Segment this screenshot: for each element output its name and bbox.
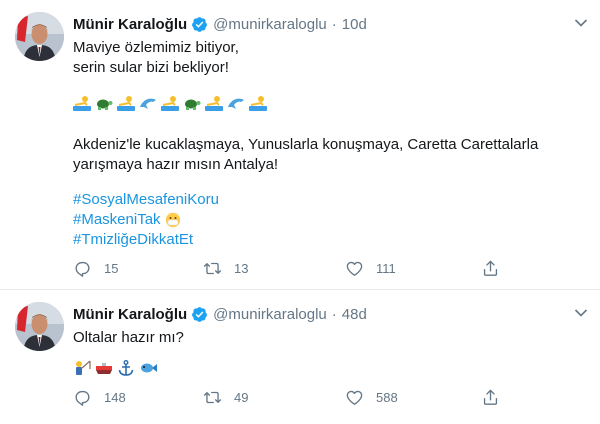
verified-badge-icon (191, 306, 208, 323)
tweet-timestamp[interactable]: 48d (342, 306, 367, 323)
retweet-count: 49 (234, 389, 249, 405)
chevron-down-icon[interactable] (574, 308, 588, 318)
avatar[interactable] (15, 302, 64, 351)
tweet-text: Oltalar hazır mı? (73, 328, 184, 348)
author-name[interactable]: Münir Karaloğlu (73, 306, 187, 323)
emoji-row (73, 358, 157, 378)
like-button[interactable]: 588 (345, 386, 398, 408)
like-count: 111 (376, 260, 396, 276)
swimmer-emoji (205, 96, 223, 111)
tweet[interactable]: Münir Karaloğlu @munirkaraloglu · 10d Ma… (0, 0, 600, 290)
share-button[interactable] (481, 257, 500, 279)
dot-separator: · (331, 15, 337, 33)
share-icon (483, 389, 498, 405)
tweet-timestamp[interactable]: 10d (342, 16, 367, 33)
retweet-count: 13 (234, 260, 249, 276)
fish-emoji (141, 363, 157, 373)
reply-button[interactable]: 148 (73, 386, 126, 408)
swimmer-emoji (161, 96, 179, 111)
tweet-header: Münir Karaloğlu @munirkaraloglu · 48d (73, 303, 367, 325)
tweet[interactable]: Münir Karaloğlu @munirkaraloglu · 48d Ol… (0, 290, 600, 424)
fisherman-emoji (76, 360, 91, 375)
tweet-actions: 148 49 588 (73, 386, 503, 408)
tweet-line: serin sular bizi bekliyor! (73, 59, 229, 76)
tweet-line: Oltalar hazır mı? (73, 329, 184, 346)
hashtag-link[interactable]: #TmizliğeDikkatEt (73, 231, 193, 248)
hashtag-link[interactable]: #SosyalMesafeniKoru (73, 191, 219, 208)
swimmer-emoji (249, 96, 267, 111)
reply-icon (75, 261, 90, 277)
tweet-line: yarışmaya hazır mısın Antalya! (73, 156, 279, 173)
emoji-row (73, 93, 267, 113)
reply-button[interactable]: 15 (73, 257, 118, 279)
reply-count: 148 (104, 389, 126, 405)
share-icon (483, 260, 498, 276)
dolphin-emoji (140, 98, 156, 109)
tweet-line: Akdeniz'le kucaklaşmaya, Yunuslarla konu… (73, 136, 539, 153)
share-button[interactable] (481, 386, 500, 408)
tweet-line: Maviye özlemimiz bitiyor, (73, 39, 239, 56)
swimmer-emoji (73, 96, 91, 111)
tweet-header: Münir Karaloğlu @munirkaraloglu · 10d (73, 13, 367, 35)
chevron-down-icon[interactable] (574, 18, 588, 28)
reply-count: 15 (104, 260, 119, 276)
author-handle[interactable]: @munirkaraloglu (213, 16, 327, 33)
tweet-paragraph: Akdeniz'le kucaklaşmaya, Yunuslarla konu… (73, 135, 538, 175)
retweet-button[interactable]: 49 (203, 386, 248, 408)
dolphin-emoji (228, 98, 244, 109)
retweet-icon (203, 262, 222, 274)
verified-badge-icon (191, 16, 208, 33)
turtle-emoji (185, 99, 201, 110)
like-icon (346, 390, 363, 405)
anchor-emoji (118, 360, 134, 376)
like-button[interactable]: 111 (345, 257, 396, 279)
author-handle[interactable]: @munirkaraloglu (213, 306, 327, 323)
turtle-emoji (97, 99, 113, 110)
dot-separator: · (331, 305, 337, 323)
mask-face-emoji (165, 212, 180, 228)
hashtag-link[interactable]: #MaskeniTak (73, 210, 161, 230)
tweet-text: Maviye özlemimiz bitiyor, serin sular bi… (73, 38, 239, 78)
tweet-actions: 15 13 111 (73, 257, 503, 279)
like-icon (346, 261, 363, 276)
reply-icon (75, 390, 90, 406)
retweet-button[interactable]: 13 (203, 257, 248, 279)
boat-emoji (96, 363, 112, 374)
avatar[interactable] (15, 12, 64, 61)
retweet-icon (203, 391, 222, 403)
hashtag-list: #SosyalMesafeniKoru #MaskeniTak #Tmizliğ… (73, 190, 219, 250)
author-name[interactable]: Münir Karaloğlu (73, 16, 187, 33)
swimmer-emoji (117, 96, 135, 111)
like-count: 588 (376, 389, 398, 405)
